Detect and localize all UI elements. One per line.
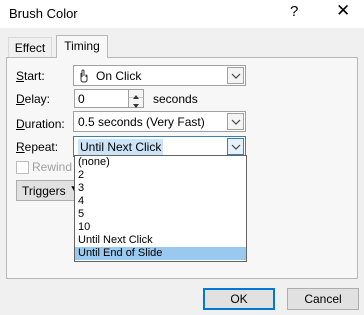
cancel-button[interactable]: Cancel bbox=[287, 288, 359, 310]
spinner-arrows bbox=[128, 90, 143, 108]
duration-value: 0.5 seconds (Very Fast) bbox=[78, 115, 205, 129]
window-title: Brush Color bbox=[9, 6, 78, 21]
list-item[interactable]: 10 bbox=[75, 221, 246, 234]
list-item[interactable]: Until Next Click bbox=[75, 234, 246, 247]
title-bar: Brush Color ? ✕ bbox=[0, 0, 364, 28]
repeat-dropdown-list[interactable]: (none) 2 3 4 5 10 Until Next Click Until… bbox=[74, 155, 247, 262]
repeat-select[interactable]: Until Next Click bbox=[73, 136, 246, 157]
help-button[interactable]: ? bbox=[290, 3, 298, 20]
delay-label: Delay: bbox=[16, 92, 51, 106]
close-button[interactable]: ✕ bbox=[336, 1, 350, 21]
list-item[interactable]: 5 bbox=[75, 208, 246, 221]
start-value: On Click bbox=[78, 69, 141, 83]
rewind-label: Rewind bbox=[32, 160, 73, 174]
duration-select[interactable]: 0.5 seconds (Very Fast) bbox=[73, 111, 246, 132]
mouse-click-icon bbox=[80, 69, 88, 83]
triggers-button[interactable]: Triggers ⯆ bbox=[16, 180, 78, 201]
list-item-selected[interactable]: Until End of Slide bbox=[75, 247, 246, 260]
delay-unit: seconds bbox=[153, 92, 198, 106]
start-select[interactable]: On Click bbox=[73, 65, 246, 86]
tab-effect[interactable]: Effect bbox=[8, 37, 52, 57]
delay-value: 0 bbox=[78, 92, 85, 106]
repeat-label: Repeat: bbox=[16, 140, 59, 154]
chevron-down-icon[interactable] bbox=[227, 138, 244, 155]
chevron-down-icon[interactable] bbox=[227, 67, 244, 84]
chevron-down-icon[interactable] bbox=[227, 113, 244, 130]
list-item[interactable]: 4 bbox=[75, 195, 246, 208]
list-item[interactable]: 2 bbox=[75, 169, 246, 182]
rewind-checkbox[interactable] bbox=[16, 161, 29, 174]
duration-label: Duration: bbox=[16, 117, 65, 131]
start-label: Start: bbox=[16, 69, 45, 83]
repeat-value: Until Next Click bbox=[78, 139, 164, 155]
spin-down-icon[interactable] bbox=[129, 99, 143, 108]
list-item[interactable]: 3 bbox=[75, 182, 246, 195]
spin-up-icon[interactable] bbox=[129, 90, 143, 99]
delay-spinner[interactable]: 0 bbox=[74, 89, 144, 108]
tab-timing[interactable]: Timing bbox=[56, 35, 108, 58]
ok-button[interactable]: OK bbox=[203, 288, 275, 310]
triggers-label: Triggers bbox=[22, 184, 66, 198]
list-item[interactable]: (none) bbox=[75, 156, 246, 169]
